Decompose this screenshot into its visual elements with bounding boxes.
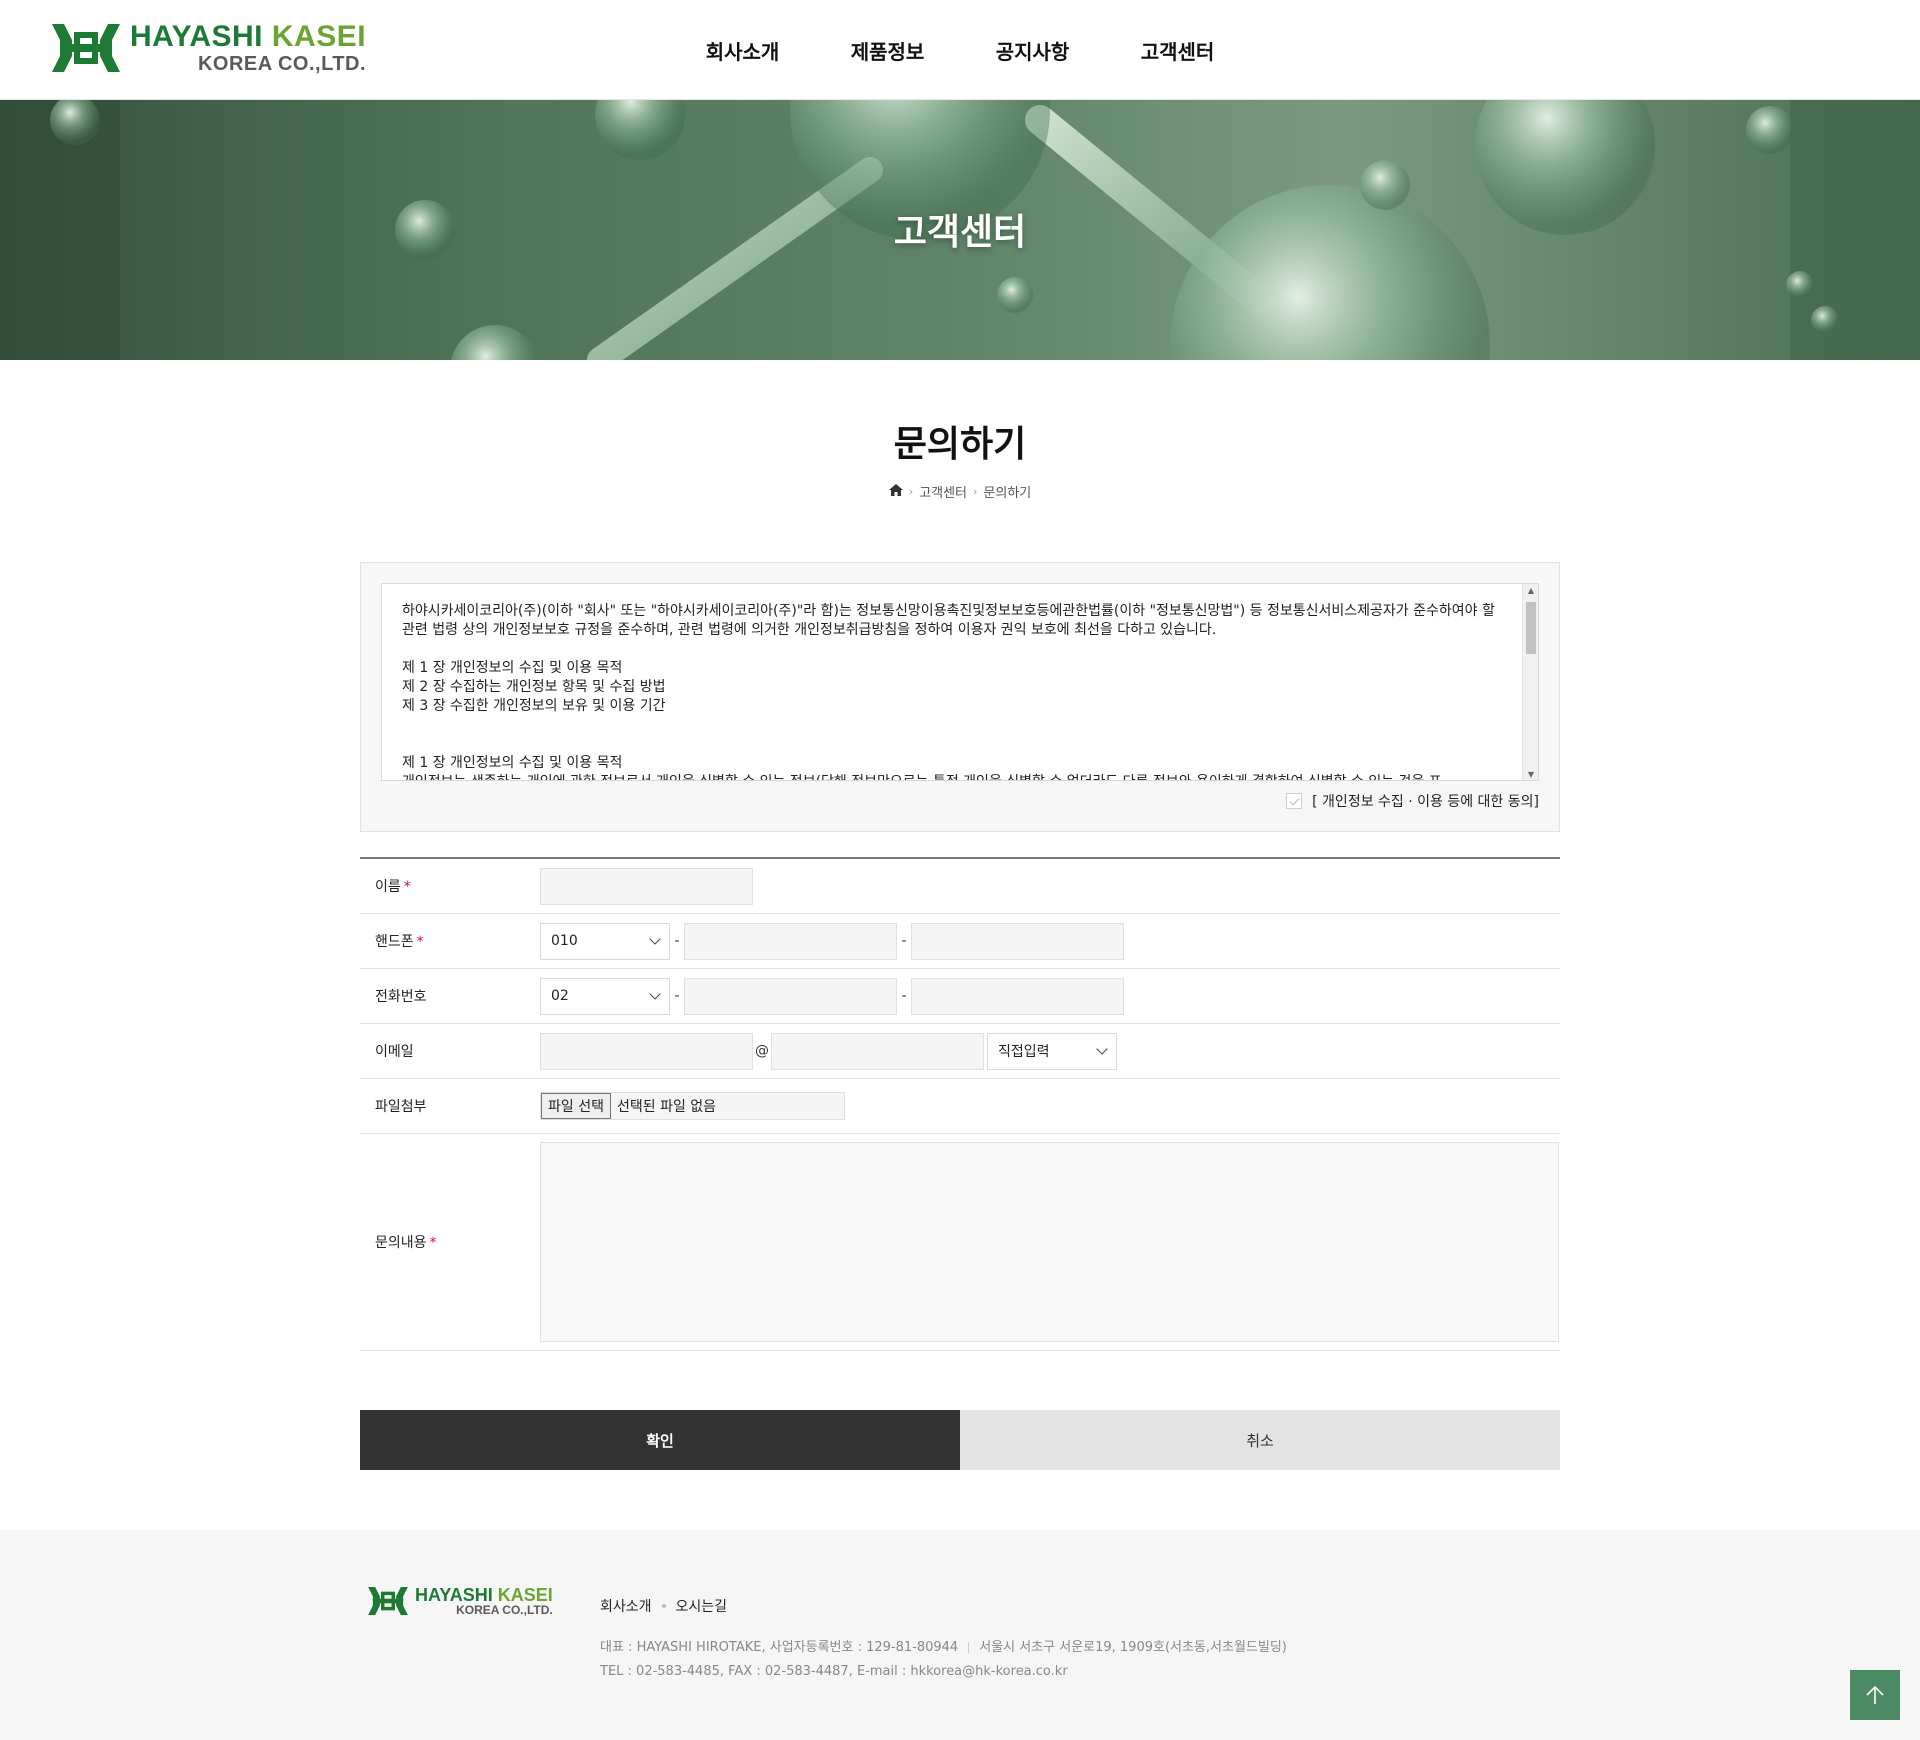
phone-prefix-value: 02 <box>551 988 569 1004</box>
privacy-agree-text: [ 개인정보 수집 · 이용 등에 대한 동의] <box>1312 794 1539 810</box>
footer-info-ceo: 대표 : HAYASHI HIROTAKE, 사업자등록번호 : 129-81-… <box>600 1640 959 1655</box>
banner-title: 고객센터 <box>893 212 1027 253</box>
privacy-scrollbar[interactable]: ▲ ▼ <box>1522 584 1538 780</box>
mobile-label: 핸드폰 <box>375 934 414 950</box>
nav-item-notice[interactable]: 공지사항 <box>960 36 1105 65</box>
footer-company-info: 대표 : HAYASHI HIROTAKE, 사업자등록번호 : 129-81-… <box>600 1636 1287 1684</box>
required-mark: * <box>429 1235 437 1251</box>
breadcrumb-item-current: 문의하기 <box>983 486 1032 501</box>
chevron-right-icon: › <box>973 485 978 498</box>
home-icon[interactable] <box>888 483 903 500</box>
email-domain-select-value: 직접입력 <box>998 1044 1050 1060</box>
mobile-last-input[interactable] <box>911 922 1124 960</box>
privacy-agree-checkbox[interactable] <box>1286 793 1303 809</box>
required-mark: * <box>416 934 424 950</box>
nav-item-products[interactable]: 제품정보 <box>815 36 960 65</box>
dash-separator: - <box>901 933 907 949</box>
content-textarea[interactable] <box>540 1142 1559 1342</box>
nav-item-company[interactable]: 회사소개 <box>670 36 815 65</box>
scrollbar-thumb[interactable] <box>1526 602 1536 654</box>
logo-word-kasei: KASEI <box>271 20 367 53</box>
phone-label: 전화번호 <box>375 989 427 1005</box>
form-row-phone: 전화번호 02 - - <box>360 969 1560 1024</box>
footer-logo-subtitle: KOREA CO.,LTD. <box>456 1603 553 1617</box>
footer-link-company[interactable]: 회사소개 <box>600 1596 652 1616</box>
form-row-mobile: 핸드폰 * 010 - - <box>360 914 1560 969</box>
file-input[interactable]: 파일 선택 선택된 파일 없음 <box>540 1092 845 1120</box>
privacy-policy-text-area[interactable]: 하야시카세이코리아(주)(이하 "회사" 또는 "하야시카세이코리아(주)"라 … <box>381 583 1539 781</box>
scroll-up-arrow-icon[interactable]: ▲ <box>1523 584 1538 598</box>
logo-subtitle: KOREA CO.,LTD. <box>197 53 367 75</box>
form-row-email: 이메일 @ 직접입력 <box>360 1024 1560 1079</box>
footer-info-contact: TEL : 02-583-4485, FAX : 02-583-4487, E-… <box>600 1664 1068 1679</box>
footer-link-directions[interactable]: 오시는길 <box>676 1596 728 1616</box>
footer-link-dot <box>661 1604 666 1608</box>
privacy-policy-box: 하야시카세이코리아(주)(이하 "회사" 또는 "하야시카세이코리아(주)"라 … <box>360 562 1560 832</box>
page-title: 문의하기 <box>893 424 1027 465</box>
form-row-file: 파일첨부 파일 선택 선택된 파일 없음 <box>360 1079 1560 1134</box>
inquiry-form: 이름 * 핸드폰 * 010 - - 전화번호 02 - - 이메일 @ 직접입력 <box>360 857 1560 1351</box>
privacy-agree-checkbox-label[interactable]: [ 개인정보 수집 · 이용 등에 대한 동의] <box>1286 791 1539 811</box>
email-domain-input[interactable] <box>771 1032 984 1070</box>
phone-last-input[interactable] <box>911 977 1124 1015</box>
breadcrumb: › 고객센터 › 문의하기 <box>0 482 1920 501</box>
chevron-down-icon <box>1096 1042 1108 1055</box>
privacy-section-title: 제 1 장 개인정보의 수집 및 이용 목적 <box>402 755 623 771</box>
dash-separator: - <box>674 933 680 949</box>
site-footer: HAYASHI KASEI KOREA CO.,LTD. 회사소개 오시는길 대… <box>0 1530 1920 1740</box>
name-label: 이름 <box>375 879 401 895</box>
scroll-top-button[interactable] <box>1850 1670 1900 1720</box>
dash-separator: - <box>674 988 680 1004</box>
phone-prefix-select[interactable]: 02 <box>540 977 670 1015</box>
dash-separator: - <box>901 988 907 1004</box>
email-domain-select[interactable]: 직접입력 <box>987 1032 1117 1070</box>
footer-logo[interactable]: HAYASHI KASEI KOREA CO.,LTD. <box>367 1584 553 1618</box>
footer-links: 회사소개 오시는길 <box>600 1596 727 1616</box>
main-nav: 회사소개 제품정보 공지사항 고객센터 <box>670 0 1250 100</box>
privacy-toc-item: 제 2 장 수집하는 개인정보 항목 및 수집 방법 <box>402 679 666 695</box>
nav-item-support[interactable]: 고객센터 <box>1105 36 1250 65</box>
privacy-intro: 하야시카세이코리아(주)(이하 "회사" 또는 "하야시카세이코리아(주)"라 … <box>402 603 1495 638</box>
scroll-down-arrow-icon[interactable]: ▼ <box>1523 768 1538 780</box>
site-header: HAYASHI KASEI KOREA CO.,LTD. 회사소개 제품정보 공… <box>0 0 1920 100</box>
required-mark: * <box>403 879 411 895</box>
mobile-prefix-value: 010 <box>551 933 578 949</box>
chevron-right-icon: › <box>908 485 914 498</box>
privacy-section-body: 개인정보는 생존하는 개인에 관한 정보로서 개인을 식별할 수 있는 정보(당… <box>402 773 1498 780</box>
name-input[interactable] <box>540 867 753 905</box>
breadcrumb-item-support[interactable]: 고객센터 <box>919 482 967 501</box>
file-select-button[interactable]: 파일 선택 <box>541 1093 611 1119</box>
email-id-input[interactable] <box>540 1032 753 1070</box>
privacy-toc-item: 제 3 장 수집한 개인정보의 보유 및 이용 기간 <box>402 698 666 714</box>
arrow-up-icon <box>1866 1685 1884 1704</box>
footer-logo-word-hayashi: HAYASHI <box>415 1585 493 1605</box>
logo-mark-icon <box>50 20 122 76</box>
file-label: 파일첨부 <box>375 1099 427 1115</box>
content-label: 문의내용 <box>375 1235 427 1251</box>
form-buttons: 확인 취소 <box>360 1410 1560 1470</box>
phone-middle-input[interactable] <box>684 977 897 1015</box>
file-status-text: 선택된 파일 없음 <box>616 1099 717 1115</box>
confirm-button[interactable]: 확인 <box>360 1410 960 1470</box>
email-label: 이메일 <box>375 1044 414 1060</box>
privacy-toc-item: 제 1 장 개인정보의 수집 및 이용 목적 <box>402 660 623 676</box>
chevron-down-icon <box>649 932 661 945</box>
mobile-middle-input[interactable] <box>684 922 897 960</box>
email-at-sign: @ <box>755 1043 769 1059</box>
form-row-name: 이름 * <box>360 859 1560 914</box>
chevron-down-icon <box>649 987 661 1000</box>
mobile-prefix-select[interactable]: 010 <box>540 922 670 960</box>
logo-word-hayashi: HAYASHI <box>130 20 264 53</box>
footer-info-address: 서울시 서초구 서운로19, 1909호(서초동,서초월드빌딩) <box>979 1640 1287 1655</box>
footer-logo-mark-icon <box>367 1584 409 1618</box>
site-logo[interactable]: HAYASHI KASEI KOREA CO.,LTD. <box>50 18 366 78</box>
form-row-content: 문의내용 * <box>360 1134 1560 1351</box>
hero-banner: 고객센터 <box>0 100 1920 360</box>
cancel-button[interactable]: 취소 <box>960 1410 1560 1470</box>
footer-logo-word-kasei: KASEI <box>497 1585 553 1605</box>
